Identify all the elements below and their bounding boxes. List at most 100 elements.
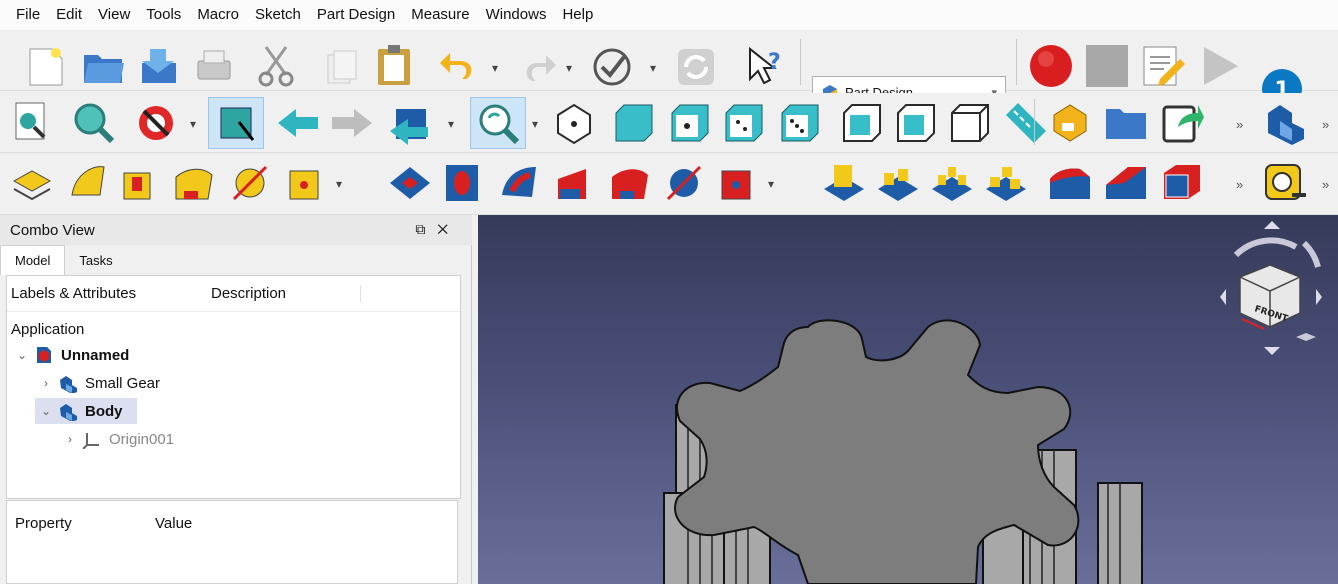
menu-view[interactable]: View <box>90 0 138 30</box>
draft-icon[interactable] <box>1160 161 1208 205</box>
header-value[interactable]: Value <box>155 515 192 532</box>
tree-item-origin[interactable]: › Origin001 <box>59 426 174 452</box>
axonometric-view-icon[interactable] <box>948 101 992 145</box>
rotate-right-arrow[interactable] <box>1301 240 1321 268</box>
sub-shape-binder-icon[interactable] <box>66 161 110 205</box>
menu-macro[interactable]: Macro <box>189 0 247 30</box>
toolbar-overflow-icon[interactable]: » <box>1322 177 1329 192</box>
menu-windows[interactable]: Windows <box>478 0 555 30</box>
menu-help[interactable]: Help <box>554 0 601 30</box>
measure-icon[interactable] <box>1002 99 1048 147</box>
tree-item-body[interactable]: ⌄ Body <box>35 398 137 424</box>
rotate-left-arrow[interactable] <box>1233 237 1298 258</box>
fillet-icon[interactable] <box>1046 161 1094 205</box>
navigation-cube[interactable]: FRONT <box>1196 219 1336 359</box>
forward-icon[interactable] <box>330 105 374 141</box>
new-file-icon[interactable] <box>26 47 66 87</box>
edit-macro-icon[interactable] <box>1140 43 1188 89</box>
view-menu-icon[interactable] <box>1296 333 1316 341</box>
bounding-box-button[interactable] <box>208 97 264 149</box>
group-icon[interactable] <box>1104 103 1148 143</box>
float-panel-icon[interactable]: ⧉ <box>415 221 437 237</box>
print-icon[interactable] <box>194 47 234 87</box>
subtractive-primitive-dropdown[interactable]: ▾ <box>768 177 774 191</box>
record-macro-icon[interactable] <box>1026 41 1076 91</box>
menu-part-design[interactable]: Part Design <box>309 0 403 30</box>
menu-measure[interactable]: Measure <box>403 0 477 30</box>
menu-sketch[interactable]: Sketch <box>247 0 309 30</box>
paste-icon[interactable] <box>374 43 414 89</box>
multitransform-icon[interactable] <box>982 159 1030 207</box>
pad-icon[interactable] <box>170 161 218 205</box>
open-file-icon[interactable] <box>82 47 126 87</box>
hole-icon[interactable] <box>440 159 484 207</box>
refresh-dropdown[interactable]: ▾ <box>650 61 656 75</box>
shape-binder-icon[interactable] <box>10 161 54 205</box>
tab-model[interactable]: Model <box>0 245 66 275</box>
cut-icon[interactable] <box>256 43 296 89</box>
tree-item-small-gear[interactable]: › Small Gear <box>35 370 160 396</box>
header-description[interactable]: Description <box>211 285 361 302</box>
toolbar-overflow-icon[interactable]: » <box>1322 117 1329 132</box>
pocket-icon[interactable] <box>386 161 434 205</box>
menu-tools[interactable]: Tools <box>138 0 189 30</box>
undo-icon[interactable] <box>438 45 482 87</box>
menu-file[interactable]: File <box>8 0 48 30</box>
nav-left-arrow[interactable] <box>1220 289 1226 305</box>
additive-loft-icon[interactable] <box>282 161 330 205</box>
nav-down-arrow[interactable] <box>1264 347 1280 355</box>
tree-item-unnamed[interactable]: ⌄ Unnamed <box>11 342 129 368</box>
chevron-down-icon[interactable]: ⌄ <box>35 404 57 418</box>
stop-macro-icon[interactable] <box>1082 41 1132 91</box>
menu-edit[interactable]: Edit <box>48 0 90 30</box>
measure-tape-icon[interactable] <box>1262 159 1310 207</box>
refresh-icon[interactable] <box>590 43 636 89</box>
nav-right-arrow[interactable] <box>1316 289 1322 305</box>
linear-pattern-icon[interactable] <box>874 159 922 207</box>
3d-viewport[interactable]: FRONT <box>478 215 1338 584</box>
workbench-dropdown[interactable]: ▾ <box>448 117 454 131</box>
fit-selection-icon[interactable] <box>12 101 52 145</box>
header-labels-attributes[interactable]: Labels & Attributes <box>7 285 211 302</box>
chevron-down-icon[interactable]: ⌄ <box>11 348 33 362</box>
save-icon[interactable] <box>138 45 182 87</box>
workbench-icon[interactable] <box>388 99 436 147</box>
part-icon[interactable] <box>1048 101 1092 145</box>
isometric-view-icon[interactable] <box>552 101 596 145</box>
create-body-icon[interactable] <box>1262 99 1308 147</box>
link-icon[interactable] <box>1160 99 1204 147</box>
header-property[interactable]: Property <box>15 515 155 532</box>
toolbar-overflow-icon[interactable]: » <box>1236 177 1243 192</box>
tab-tasks[interactable]: Tasks <box>65 245 126 275</box>
subtractive-primitive-icon[interactable] <box>714 161 762 205</box>
polar-pattern-icon[interactable] <box>928 159 976 207</box>
subtractive-helix-icon[interactable] <box>660 161 708 205</box>
toolbar-overflow-icon[interactable]: » <box>1236 117 1243 132</box>
whats-this-icon[interactable]: ? <box>746 45 788 89</box>
draw-style-icon[interactable] <box>134 101 178 145</box>
redo-icon[interactable] <box>518 47 558 87</box>
additive-primitive-dropdown[interactable]: ▾ <box>336 177 342 191</box>
undo-dropdown[interactable]: ▾ <box>492 61 498 75</box>
nav-up-arrow[interactable] <box>1264 221 1280 229</box>
mirrored-icon[interactable] <box>820 159 868 207</box>
bottom-view-icon[interactable] <box>840 101 884 145</box>
left-view-icon[interactable] <box>894 101 938 145</box>
run-macro-icon[interactable] <box>1198 43 1244 89</box>
clone-icon[interactable] <box>118 161 162 205</box>
close-icon[interactable]: ✕ <box>437 221 460 237</box>
chevron-right-icon[interactable]: › <box>35 376 57 390</box>
subtractive-pipe-icon[interactable] <box>606 161 654 205</box>
rear-view-icon[interactable] <box>778 101 822 145</box>
top-view-icon[interactable] <box>668 101 712 145</box>
subtractive-loft-icon[interactable] <box>552 161 600 205</box>
zoom-icon[interactable] <box>72 101 116 145</box>
zoom-dropdown[interactable]: ▾ <box>532 117 538 131</box>
groove-icon[interactable] <box>496 161 544 205</box>
right-view-icon[interactable] <box>722 101 766 145</box>
copy-icon[interactable] <box>322 47 362 87</box>
recompute-icon[interactable] <box>676 47 716 87</box>
back-icon[interactable] <box>276 105 320 141</box>
draw-style-dropdown[interactable]: ▾ <box>190 117 196 131</box>
zoom-button[interactable] <box>470 97 526 149</box>
